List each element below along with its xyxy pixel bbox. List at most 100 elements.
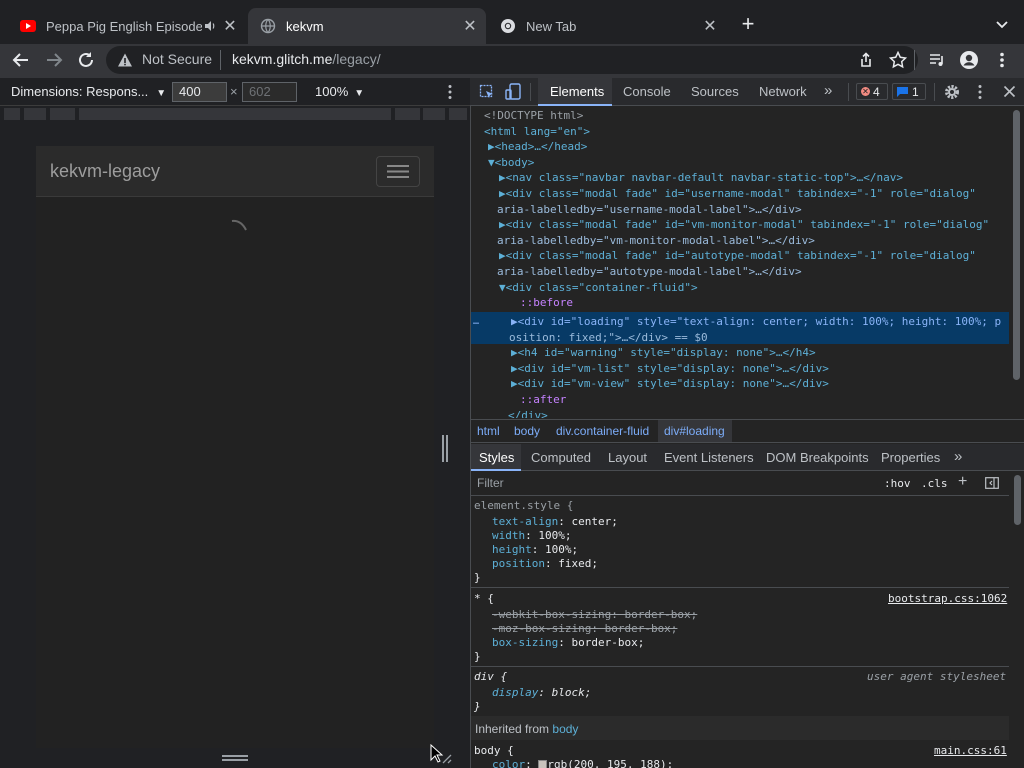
speaker-icon[interactable] [202, 18, 218, 34]
breadcrumb-loading[interactable]: div#loading [664, 424, 725, 438]
subtab-dom-breakpoints[interactable]: DOM Breakpoints [766, 450, 869, 465]
subtab-event-listeners[interactable]: Event Listeners [664, 450, 754, 465]
breadcrumb-container[interactable]: div.container-fluid [556, 424, 649, 438]
inherited-node-link[interactable]: body [552, 722, 578, 736]
tab-new-tab[interactable]: New Tab ✕ [488, 8, 726, 44]
style-declaration[interactable]: width: 100%; [492, 529, 572, 543]
forward-icon[interactable] [43, 49, 65, 71]
media-query-ruler[interactable] [0, 106, 470, 124]
more-subtabs-icon[interactable]: » [954, 448, 962, 465]
rule-selector[interactable]: div { [474, 670, 507, 684]
device-toggle-icon[interactable] [505, 83, 521, 101]
tab-network[interactable]: Network [759, 84, 807, 99]
close-tab-icon[interactable]: ✕ [702, 18, 718, 35]
new-style-rule-button[interactable]: + [958, 473, 967, 491]
bookmark-star-icon[interactable] [887, 49, 909, 71]
warning-icon[interactable] [117, 52, 133, 68]
subtab-computed[interactable]: Computed [531, 450, 591, 465]
dom-line[interactable]: ▶<div id="vm-list" style="display: none"… [511, 361, 829, 377]
tab-search-icon[interactable] [992, 16, 1012, 34]
style-declaration[interactable]: color: rgb(200, 195, 188); [492, 758, 673, 768]
tab-peppa[interactable]: Peppa Pig English Episode ✕ [8, 8, 246, 44]
close-devtools-icon[interactable] [1003, 85, 1016, 98]
style-declaration[interactable]: display: block; [492, 686, 591, 700]
breadcrumb-html[interactable]: html [477, 424, 500, 438]
media-controls-icon[interactable] [926, 49, 948, 71]
inspect-element-icon[interactable] [479, 84, 495, 100]
dom-line[interactable]: ▶<nav class="navbar navbar-default navba… [499, 170, 903, 186]
rule-selector[interactable]: * { [474, 592, 494, 606]
breadcrumb-body[interactable]: body [514, 424, 540, 438]
dom-line[interactable]: aria-labelledby="autotype-modal-label">…… [497, 264, 802, 280]
close-tab-icon[interactable]: ✕ [222, 18, 238, 35]
navbar-brand[interactable]: kekvm-legacy [50, 161, 160, 182]
style-declaration-overridden[interactable]: -webkit-box-sizing: border-box; [492, 608, 697, 622]
styles-filter-input[interactable]: Filter [474, 474, 874, 493]
dimensions-dropdown[interactable]: Dimensions: Respons... ▼ [11, 84, 166, 99]
dom-line[interactable]: ::before [520, 295, 573, 311]
errors-badge[interactable]: ✕ 4 [856, 83, 888, 100]
height-input[interactable]: 602 [242, 82, 297, 102]
dom-line[interactable]: ▶<div class="modal fade" id="username-mo… [499, 186, 976, 202]
resize-handle-vertical[interactable] [442, 435, 448, 462]
profile-avatar-icon[interactable] [958, 49, 980, 71]
settings-gear-icon[interactable] [944, 84, 960, 100]
zoom-dropdown[interactable]: 100% ▼ [315, 84, 364, 99]
dom-line[interactable]: ▶<div id="vm-view" style="display: none"… [511, 376, 829, 392]
dom-line[interactable]: ::after [520, 392, 566, 408]
dom-tree[interactable]: … <!DOCTYPE html> <html lang="en"> ▶<hea… [471, 106, 1009, 418]
dom-line-selected[interactable]: ▶<div id="loading" style="text-align: ce… [511, 314, 1001, 330]
dom-line[interactable]: <html lang="en"> [484, 124, 590, 140]
style-declaration[interactable]: height: 100%; [492, 543, 578, 557]
subtab-layout[interactable]: Layout [608, 450, 647, 465]
dom-line[interactable]: aria-labelledby="vm-monitor-modal-label"… [497, 233, 815, 249]
reload-icon[interactable] [75, 49, 97, 71]
style-declaration[interactable]: box-sizing: border-box; [492, 636, 644, 650]
resize-handle-horizontal[interactable] [222, 755, 248, 761]
rule-source-link[interactable]: main.css:61 [934, 744, 1007, 758]
rule-selector[interactable]: element.style { [474, 499, 573, 513]
node-actions-icon[interactable]: … [473, 314, 479, 330]
style-declaration-overridden[interactable]: -moz-box-sizing: border-box; [492, 622, 677, 636]
dom-line[interactable]: aria-labelledby="username-modal-label">…… [497, 202, 802, 218]
divider [848, 83, 849, 101]
tab-console[interactable]: Console [623, 84, 671, 99]
devtools-menu-icon[interactable] [978, 84, 982, 100]
styles-scrollbar[interactable] [1014, 475, 1021, 525]
dom-line[interactable]: ▼<div class="container-fluid"> [499, 280, 698, 296]
address-bar[interactable] [106, 46, 918, 74]
style-declaration[interactable]: text-align: center; [492, 515, 618, 529]
dom-line[interactable]: <!DOCTYPE html> [484, 108, 583, 124]
dom-line[interactable]: ▶<head>…</head> [488, 139, 587, 155]
rule-source-link[interactable]: bootstrap.css:1062 [888, 592, 1007, 606]
dom-line[interactable]: ▶<div class="modal fade" id="vm-monitor-… [499, 217, 989, 233]
kebab-menu-icon[interactable] [991, 49, 1013, 71]
dom-line[interactable]: </div> [508, 408, 548, 418]
close-tab-icon[interactable]: ✕ [462, 18, 478, 35]
device-more-options-icon[interactable] [448, 84, 452, 100]
page-viewport[interactable] [36, 146, 434, 748]
styles-pane[interactable]: element.style { text-align: center; widt… [471, 496, 1009, 768]
messages-badge[interactable]: 1 [892, 83, 926, 100]
back-icon[interactable] [10, 49, 32, 71]
dom-line-selected[interactable]: osition: fixed;">…</div> == $0 [509, 330, 708, 346]
dom-line[interactable]: ▶<h4 id="warning" style="display: none">… [511, 345, 816, 361]
dom-scrollbar[interactable] [1013, 110, 1020, 380]
tab-kekvm[interactable]: kekvm ✕ [248, 8, 486, 44]
style-declaration[interactable]: position: fixed; [492, 557, 598, 571]
new-tab-button[interactable]: + [737, 13, 759, 36]
tab-sources[interactable]: Sources [691, 84, 739, 99]
share-icon[interactable] [855, 49, 877, 71]
rule-selector[interactable]: body { [474, 744, 514, 758]
navbar-toggle-button[interactable] [376, 156, 420, 187]
subtab-properties[interactable]: Properties [881, 450, 940, 465]
toggle-sidebar-icon[interactable] [985, 477, 999, 489]
width-input[interactable]: 400 [172, 82, 227, 102]
dom-line[interactable]: ▼<body> [488, 155, 534, 171]
hov-toggle[interactable]: :hov [884, 477, 911, 490]
url-text[interactable]: kekvm.glitch.me/legacy/ [232, 51, 381, 67]
cls-toggle[interactable]: .cls [921, 477, 948, 490]
more-tabs-icon[interactable]: » [824, 82, 832, 99]
security-status[interactable]: Not Secure [142, 51, 212, 67]
dom-line[interactable]: ▶<div class="modal fade" id="autotype-mo… [499, 248, 976, 264]
